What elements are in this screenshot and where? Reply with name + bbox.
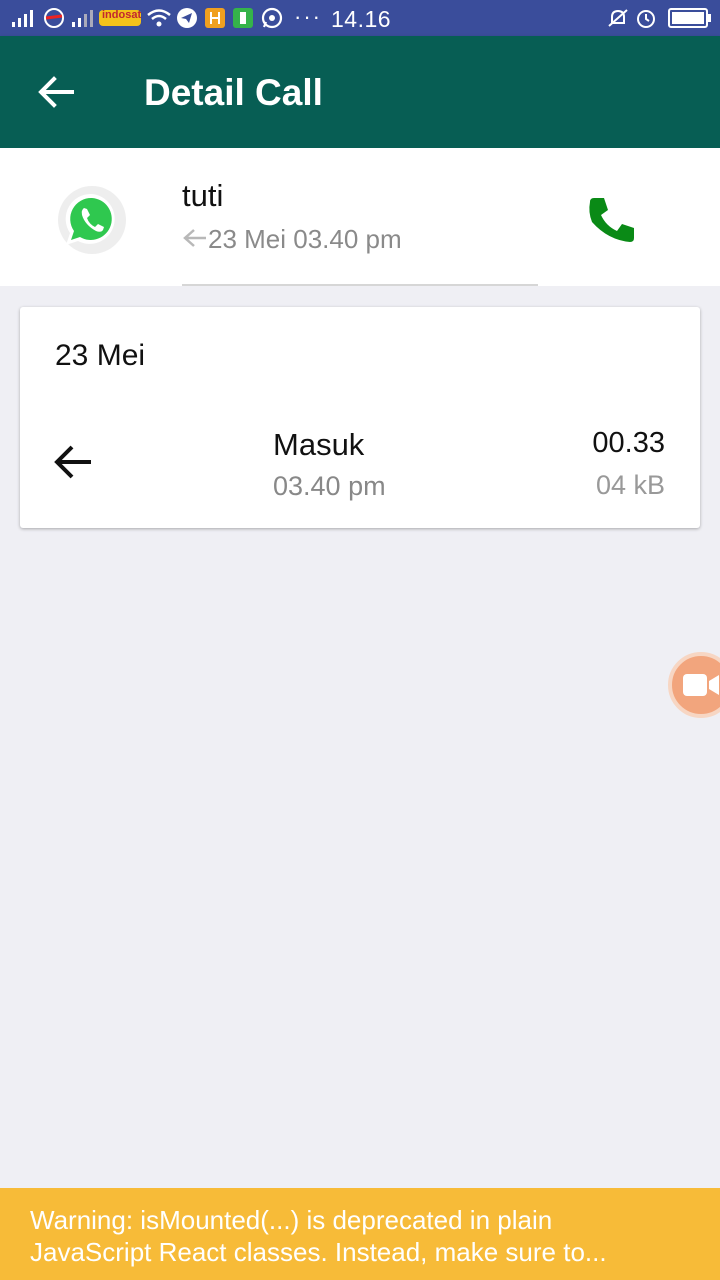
signal-icon (72, 10, 93, 27)
incoming-arrow-icon (183, 229, 206, 247)
whatsapp-icon (58, 186, 126, 254)
call-duration: 00.33 (592, 427, 665, 459)
floating-video-button[interactable] (668, 652, 720, 718)
call-time: 03.40 pm (273, 471, 386, 501)
app-bar: Detail Call (0, 36, 720, 148)
app-icon (205, 8, 225, 28)
wifi-icon (147, 9, 171, 27)
warning-line-1: Warning: isMounted(...) is deprecated in… (30, 1205, 553, 1235)
last-call-info: 23 Mei 03.40 pm (182, 224, 402, 255)
signal-icon (12, 10, 33, 27)
call-log-card: 23 Mei Masuk 03.40 pm 00.33 04 kB (20, 307, 700, 528)
telegram-icon (177, 8, 197, 28)
back-arrow-icon[interactable] (36, 74, 76, 110)
last-call-text: 23 Mei 03.40 pm (208, 224, 402, 254)
arrow-left-icon (54, 445, 91, 479)
phone-icon[interactable] (584, 192, 640, 248)
page-title: Detail Call (144, 72, 323, 113)
status-time: 14.16 (331, 6, 392, 32)
call-data-size: 04 kB (595, 470, 665, 500)
status-bar: indosat ··· 14.16 (0, 0, 720, 36)
video-camera-icon (683, 674, 719, 696)
divider (182, 284, 538, 286)
battery-icon (668, 8, 711, 28)
carrier-logo-icon (44, 8, 64, 28)
whatsapp-icon (261, 7, 283, 29)
contact-name: tuti (182, 178, 224, 213)
call-date: 23 Mei (55, 339, 146, 372)
alarm-icon (637, 10, 655, 28)
mute-icon (608, 9, 628, 27)
call-type: Masuk (273, 427, 365, 462)
warning-banner[interactable]: Warning: isMounted(...) is deprecated in… (0, 1188, 720, 1280)
more-icon: ··· (294, 4, 322, 29)
indosat-label: indosat (102, 9, 142, 21)
battery-saver-icon (233, 8, 253, 28)
warning-line-2: JavaScript React classes. Instead, make … (30, 1237, 607, 1267)
